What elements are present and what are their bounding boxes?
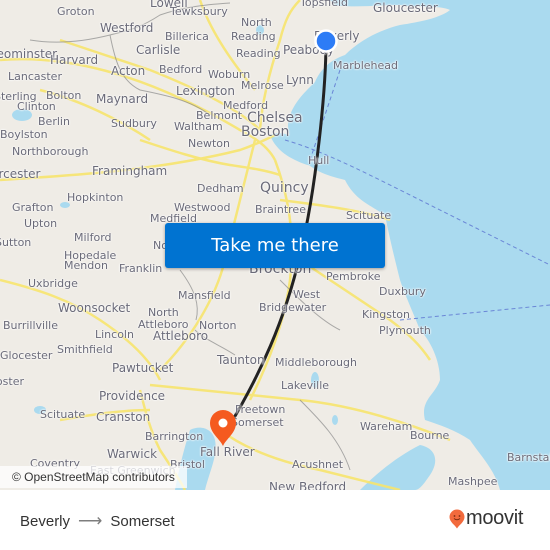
map-attribution[interactable]: © OpenStreetMap contributors xyxy=(0,466,187,488)
place-label: New Bedford xyxy=(269,480,347,490)
place-label: Reading xyxy=(236,47,281,60)
place-label: Bedford xyxy=(159,63,203,76)
take-me-there-button[interactable]: Take me there xyxy=(165,223,385,268)
arrow-right-icon: ⟶ xyxy=(78,511,103,530)
place-label: Foster xyxy=(0,375,24,388)
place-label: Newton xyxy=(188,137,231,150)
place-label: North xyxy=(148,306,179,319)
place-label: Lexington xyxy=(176,84,235,98)
place-label: Harvard xyxy=(50,53,99,67)
place-label: Hull xyxy=(308,154,330,167)
place-label: Warwick xyxy=(107,447,158,461)
place-label: Gloucester xyxy=(373,1,438,15)
place-label: Marblehead xyxy=(333,59,399,72)
place-label: Hopkinton xyxy=(67,191,124,204)
place-label: Waltham xyxy=(174,120,223,133)
place-label: Fall River xyxy=(200,445,255,459)
place-label: Sutton xyxy=(0,236,32,249)
route-summary: Beverly ⟶ Somerset xyxy=(20,511,175,531)
place-label: Mashpee xyxy=(448,475,498,488)
place-label: Mansfield xyxy=(178,289,231,302)
place-label: Tewksbury xyxy=(170,5,228,18)
place-label: Glocester xyxy=(0,349,53,362)
destination-name: Somerset xyxy=(110,512,175,530)
place-label: Bourne xyxy=(410,429,450,442)
place-label: Barnstable xyxy=(507,451,550,464)
place-label: Berlin xyxy=(38,115,70,128)
place-label: Northborough xyxy=(12,145,89,158)
place-label: Pawtucket xyxy=(112,361,174,375)
place-label: Attleboro xyxy=(153,329,209,343)
place-label: Worcester xyxy=(0,167,41,181)
place-label: Taunton xyxy=(217,353,265,367)
place-label: Lincoln xyxy=(95,328,134,341)
place-label: Milford xyxy=(74,231,112,244)
place-label: Plymouth xyxy=(379,324,431,337)
destination-pin-icon[interactable] xyxy=(209,409,237,447)
place-label: Kingston xyxy=(362,308,410,321)
place-label: Cranston xyxy=(96,410,151,424)
place-label: Mendon xyxy=(64,259,108,272)
place-label: Lancaster xyxy=(8,70,62,83)
place-label: Barrington xyxy=(145,430,204,443)
place-label: Chelsea xyxy=(247,110,303,126)
origin-name: Beverly xyxy=(20,512,71,530)
place-label: Bridgewater xyxy=(259,301,327,314)
place-label: Boylston xyxy=(0,128,48,141)
place-label: Topsfield xyxy=(300,0,349,9)
place-label: Middleborough xyxy=(275,356,357,369)
place-label: Scituate xyxy=(346,209,392,222)
place-label: Woonsocket xyxy=(58,301,131,315)
place-label: Groton xyxy=(57,5,95,18)
place-label: Freetown xyxy=(235,403,286,416)
place-label: Dedham xyxy=(197,182,244,195)
footer: Beverly ⟶ Somerset moovit xyxy=(0,490,550,550)
place-label: West xyxy=(293,288,321,301)
place-label: Leominster xyxy=(0,47,58,61)
place-label: Wareham xyxy=(360,420,413,433)
place-label: Burrillville xyxy=(3,319,58,332)
place-label: Pembroke xyxy=(326,270,381,283)
place-label: Braintree xyxy=(255,203,306,216)
place-label: Boston xyxy=(241,124,290,140)
place-label: Grafton xyxy=(12,201,54,214)
place-label: Carlisle xyxy=(136,43,181,57)
place-label: Reading xyxy=(231,30,276,43)
origin-marker-icon[interactable] xyxy=(314,29,338,53)
place-label: Sudbury xyxy=(111,117,157,130)
place-label: Uxbridge xyxy=(28,277,78,290)
place-label: Acushnet xyxy=(292,458,344,471)
place-label: Duxbury xyxy=(379,285,426,298)
place-label: North xyxy=(241,16,272,29)
place-label: Westford xyxy=(100,21,154,35)
place-label: Providence xyxy=(99,389,166,403)
place-label: Maynard xyxy=(96,92,149,106)
place-label: Billerica xyxy=(165,30,209,43)
brand-name: moovit xyxy=(466,507,524,529)
moovit-logo[interactable]: moovit xyxy=(449,507,523,530)
place-label: Somerset xyxy=(231,416,284,429)
place-label: Framingham xyxy=(92,164,168,178)
place-label: Melrose xyxy=(241,79,284,92)
place-label: Lynn xyxy=(286,73,314,87)
place-label: Franklin xyxy=(119,262,163,275)
place-label: Clinton xyxy=(17,100,56,113)
place-label: Lakeville xyxy=(281,379,330,392)
place-label: Upton xyxy=(24,217,58,230)
place-label: Scituate xyxy=(40,408,86,421)
place-label: Quincy xyxy=(260,180,309,196)
place-label: Smithfield xyxy=(57,343,113,356)
map[interactable]: Groton Lowell Tewksbury Topsfield Gloucester… xyxy=(0,0,550,490)
place-label: Acton xyxy=(111,64,146,78)
moovit-pin-icon xyxy=(449,509,465,528)
